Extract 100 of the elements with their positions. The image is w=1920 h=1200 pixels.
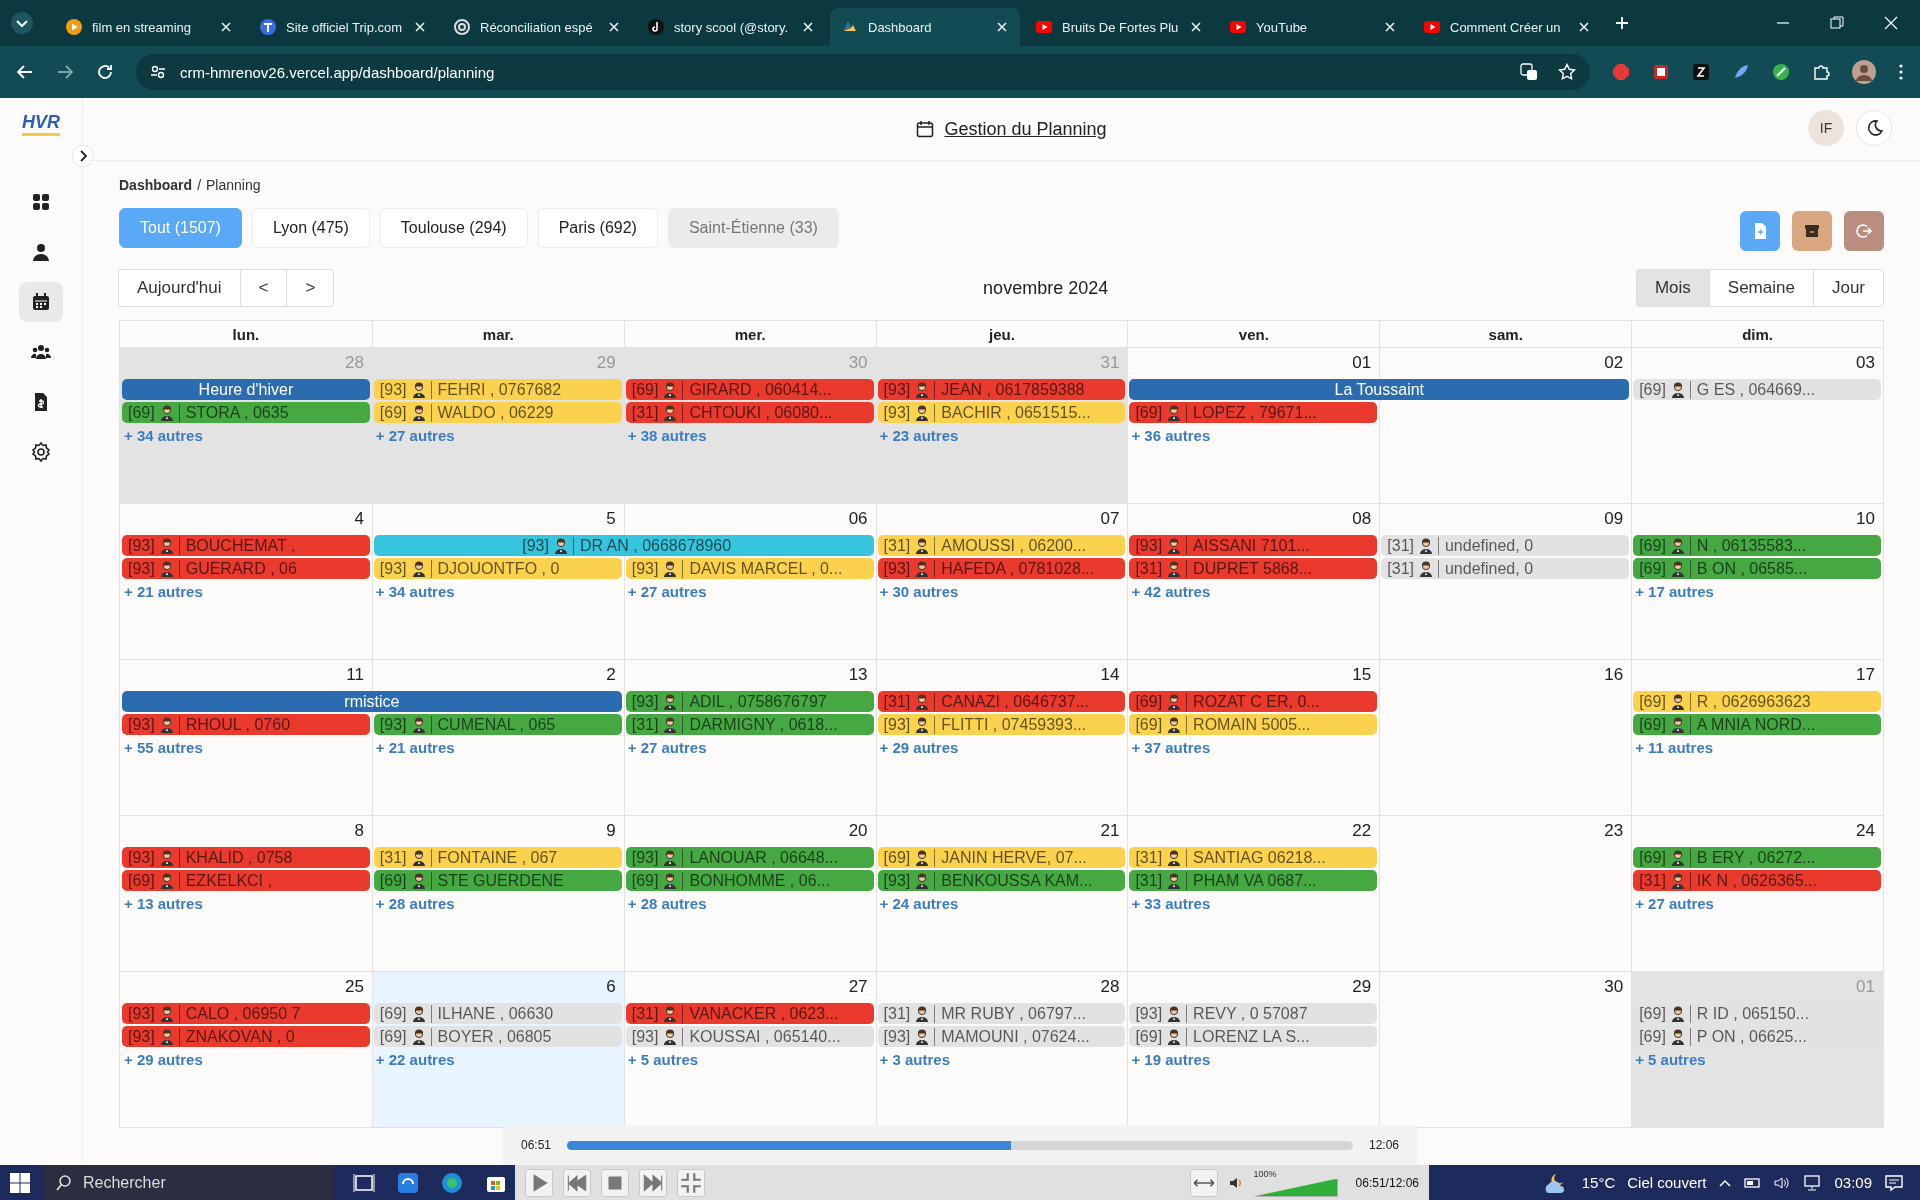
appointment-event[interactable]: [93] MAMOUNI , 07624... [877, 1026, 1126, 1047]
day-number[interactable]: 23 [1380, 816, 1632, 846]
more-events-link[interactable]: + 5 autres [627, 1050, 699, 1068]
windows-start-icon[interactable] [9, 1171, 31, 1194]
appointment-event[interactable]: [93] BENKOUSSA KAM... [877, 870, 1126, 891]
day-number[interactable]: 17 [1632, 660, 1883, 690]
city-filter-button[interactable]: Saint-Étienne (33) [667, 208, 839, 248]
appointment-event[interactable]: [31] IK N , 0626365... [1633, 870, 1881, 891]
appointment-event[interactable]: [93] RHOUL , 0760 [122, 714, 370, 735]
appointment-event[interactable]: [31] FONTAINE , 067 [373, 847, 622, 868]
appointment-event[interactable]: [93] KOUSSAI , 065140... [625, 1026, 874, 1047]
day-number[interactable]: 30 [1380, 972, 1632, 1002]
moon-icon[interactable] [1856, 110, 1892, 146]
site-settings-icon[interactable] [150, 64, 166, 80]
more-events-link[interactable]: + 19 autres [1131, 1050, 1211, 1068]
appointment-event[interactable]: [93] DR AN , 0668678960 [373, 535, 874, 556]
day-number[interactable]: 14 [876, 660, 1128, 690]
notification-icon[interactable] [1884, 1172, 1904, 1193]
day-number[interactable]: 8 [120, 816, 372, 846]
next-button[interactable]: > [286, 269, 335, 307]
more-events-link[interactable]: + 5 autres [1635, 1050, 1706, 1068]
day-number[interactable]: 5 [372, 504, 624, 534]
more-events-link[interactable]: + 24 autres [879, 894, 959, 912]
appointment-event[interactable]: [69] EZKELKCI , [122, 870, 370, 891]
appointment-event[interactable]: [93] KHALID , 0758 [122, 847, 370, 868]
appointment-event[interactable]: [69] ILHANE , 06630 [373, 1003, 622, 1024]
more-events-link[interactable]: + 42 autres [1131, 582, 1211, 600]
browser-tab[interactable]: story scool (@story. [636, 8, 826, 46]
view-tab[interactable]: Jour [1812, 269, 1884, 307]
city-filter-button[interactable]: Lyon (475) [251, 208, 370, 248]
day-number[interactable]: 13 [624, 660, 876, 690]
network-icon[interactable] [1804, 1174, 1823, 1191]
more-events-link[interactable]: + 29 autres [124, 1050, 203, 1068]
page-title[interactable]: Gestion du Planning [944, 118, 1107, 140]
chevron-right-icon[interactable] [72, 145, 94, 167]
appointment-event[interactable]: [69] ROZAT C ER, 0... [1129, 691, 1378, 712]
appointment-event[interactable]: [69] JANIN HERVE, 07... [877, 847, 1126, 868]
back-arrow-icon[interactable] [16, 63, 34, 81]
day-number[interactable]: 28 [876, 972, 1128, 1002]
reload-icon[interactable] [96, 63, 114, 81]
close-icon[interactable] [1190, 21, 1202, 33]
appointment-event[interactable]: [69] G ES , 064669... [1633, 379, 1881, 400]
appointment-event[interactable]: [69] N , 06135583... [1633, 535, 1881, 556]
appointment-event[interactable]: [93] HAFEDA , 0781028... [877, 558, 1126, 579]
appointment-event[interactable]: [93] CALO , 06950 7 [122, 1003, 370, 1024]
breadcrumb-link[interactable]: Dashboard [119, 177, 193, 193]
more-events-link[interactable]: + 38 autres [627, 426, 707, 444]
taskbar-search-field[interactable]: Rechercher [43, 1165, 333, 1200]
day-number[interactable]: 25 [120, 972, 372, 1002]
translate-icon[interactable] [1520, 63, 1538, 81]
profile-avatar-icon[interactable] [1852, 60, 1876, 84]
appointment-event[interactable]: [93] ZNAKOVAN , 0 [122, 1026, 370, 1047]
more-events-link[interactable]: + 34 autres [375, 582, 455, 600]
appointment-event[interactable]: [69] STORA , 0635 [122, 402, 370, 423]
appointment-event[interactable]: [69] R , 0626963623 [1633, 691, 1881, 712]
appointment-event[interactable]: [93] LANOUAR , 06648... [625, 847, 874, 868]
more-events-link[interactable]: + 30 autres [879, 582, 959, 600]
day-number[interactable]: 4 [120, 504, 372, 534]
appointment-event[interactable]: [69] ROMAIN 5005... [1129, 714, 1378, 735]
appointment-event[interactable]: [31] DARMIGNY , 0618... [625, 714, 874, 735]
day-number[interactable]: 02 [1380, 348, 1632, 378]
day-number[interactable]: 08 [1128, 504, 1380, 534]
appointment-event[interactable]: [31] AMOUSSI , 06200... [877, 535, 1126, 556]
appointment-event[interactable]: [69] LORENZ LA S... [1129, 1026, 1378, 1047]
view-tab[interactable]: Mois [1635, 269, 1710, 307]
today-button[interactable]: Aujourd'hui [118, 269, 241, 307]
chevron-down-icon[interactable] [10, 11, 34, 35]
close-icon[interactable] [608, 21, 620, 33]
square-icon[interactable] [1652, 63, 1670, 81]
holiday-event[interactable]: Heure d'hiver [122, 379, 370, 400]
seek-bar[interactable] [567, 1140, 1353, 1150]
day-number[interactable]: 01 [1128, 348, 1380, 378]
close-icon[interactable] [220, 21, 232, 33]
more-events-link[interactable]: + 27 autres [627, 582, 707, 600]
puzzle-icon[interactable] [1812, 63, 1830, 81]
day-number[interactable]: 09 [1380, 504, 1632, 534]
appointment-event[interactable]: [31] VANACKER , 0623... [625, 1003, 874, 1024]
appointment-event[interactable]: [69] B ERY , 06272... [1633, 847, 1881, 868]
browser-tab[interactable]: film en streaming [54, 8, 244, 46]
appointment-event[interactable]: [69] A MNIA NORD... [1633, 714, 1881, 735]
more-events-link[interactable]: + 33 autres [1131, 894, 1211, 912]
appointment-event[interactable]: [69] BOYER , 06805 [373, 1026, 622, 1047]
restore-icon[interactable] [1830, 16, 1844, 30]
more-events-link[interactable]: + 36 autres [1131, 426, 1211, 444]
appointment-event[interactable]: [31] undefined, 0 [1381, 558, 1630, 579]
browser-tab[interactable]: Dashboard [830, 8, 1020, 46]
star-icon[interactable] [1558, 63, 1576, 81]
more-events-link[interactable]: + 27 autres [375, 426, 455, 444]
day-number[interactable]: 16 [1380, 660, 1632, 690]
more-events-link[interactable]: + 17 autres [1635, 582, 1714, 600]
close-icon[interactable] [802, 21, 814, 33]
day-number[interactable]: 20 [624, 816, 876, 846]
appointment-event[interactable]: [93] GUERARD , 06 [122, 558, 370, 579]
appointment-event[interactable]: [93] DJOUONTFO , 0 [373, 558, 622, 579]
close-icon[interactable] [414, 21, 426, 33]
fullscreen-icon[interactable] [677, 1168, 705, 1197]
view-tab[interactable]: Semaine [1708, 269, 1814, 307]
appointment-event[interactable]: [31] DUPRET 5868... [1129, 558, 1378, 579]
more-events-link[interactable]: + 13 autres [124, 894, 203, 912]
square-icon[interactable] [1692, 63, 1710, 81]
